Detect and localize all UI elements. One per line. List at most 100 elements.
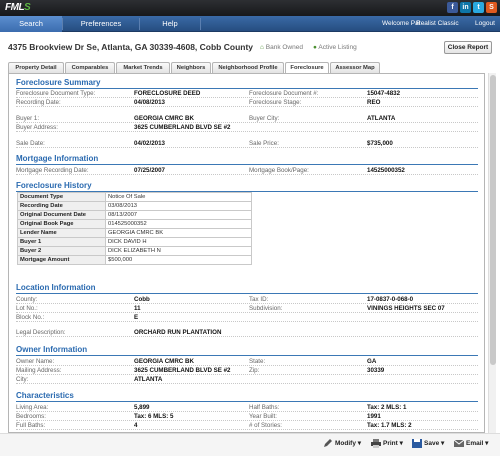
print-button[interactable]: Print ▾	[371, 439, 403, 448]
location-pin-icon: ●	[313, 44, 317, 51]
tab-property-detail[interactable]: Property Detail	[8, 62, 64, 73]
email-button[interactable]: Email ▾	[454, 439, 488, 448]
field-value: GEORGIA CMRC BK	[134, 358, 194, 365]
report-actions: Modify ▾ Print ▾ Save ▾ Email ▾	[0, 433, 500, 456]
field-label: Buyer Address:	[16, 124, 58, 131]
field-value: REO	[367, 99, 381, 106]
field-label: Mailing Address:	[16, 367, 62, 374]
field-value: 17-0837-0-068-0	[367, 296, 414, 303]
field-value: 4	[134, 422, 138, 429]
detail-row: Full Baths: 4 # of Stories: Tax: 1.7 MLS: 2	[16, 422, 478, 430]
section-title-foreclosure-history: Foreclosure History	[16, 180, 478, 192]
history-field-value: GEORGIA CMRC BK	[105, 228, 252, 238]
active-listing-status: ● Active Listing	[313, 44, 357, 51]
field-value: 1991	[367, 413, 381, 420]
field-value: FORECLOSURE DEED	[134, 90, 201, 97]
field-label: Subdivision:	[249, 305, 283, 312]
field-label: Owner Name:	[16, 358, 55, 365]
section-title-location: Location Information	[16, 282, 478, 294]
history-field-value: DICK ELIZABETH N	[105, 246, 252, 256]
history-field-value: 08/13/2007	[105, 210, 252, 220]
field-label: Buyer City:	[249, 115, 280, 122]
floppy-disk-icon	[412, 439, 422, 448]
history-field-label: Recording Date	[17, 201, 106, 211]
field-value: VININGS HEIGHTS SEC 07	[367, 305, 445, 312]
tab-neighborhood-profile[interactable]: Neighborhood Profile	[212, 62, 284, 73]
history-field-value: $500,000	[105, 255, 252, 265]
detail-row: Owner Name: GEORGIA CMRC BK State: GA	[16, 358, 478, 366]
pencil-icon	[324, 439, 332, 447]
detail-row: Block No.: E	[16, 314, 478, 322]
field-value: E	[134, 314, 139, 321]
field-label: Full Baths:	[16, 422, 46, 429]
tab-market-trends[interactable]: Market Trends	[116, 62, 170, 73]
history-field-label: Original Document Date	[17, 210, 106, 220]
history-field-label: Lender Name	[17, 228, 106, 238]
field-label: Half Baths:	[249, 404, 280, 411]
detail-row: Living Area: 5,899 Half Baths: Tax: 2 MLS: …	[16, 404, 478, 412]
bank-owned-label: Bank Owned	[265, 44, 303, 51]
email-label: Email	[466, 440, 484, 448]
detail-row: Lot No.: 11 Subdivision: VININGS HEIGHTS SE…	[16, 305, 478, 313]
detail-row: Legal Description: ORCHARD RUN PLANTATION	[16, 329, 478, 337]
nav-help[interactable]: Help	[140, 16, 200, 32]
tab-assessor-map[interactable]: Assessor Map	[330, 62, 380, 73]
printer-icon	[371, 439, 381, 448]
nav-divider	[200, 18, 201, 30]
field-value: GA	[367, 358, 377, 365]
field-label: Lot No.:	[16, 305, 38, 312]
detail-row: Sale Date: 04/02/2013 Sale Price: $735,000	[16, 140, 478, 148]
nav-realist-classic[interactable]: Realist Classic	[416, 16, 459, 32]
field-value: 14525000352	[367, 167, 405, 174]
field-label: County:	[16, 296, 38, 303]
foreclosure-history-table: Document Type Notice Of Sale Recording Dat…	[17, 192, 252, 265]
history-field-value: 03/08/2013	[105, 201, 252, 211]
share-icon[interactable]: S	[486, 2, 497, 13]
table-row: Mortgage Amount $500,000	[17, 255, 252, 265]
field-value: 11	[134, 305, 141, 312]
field-value: ORCHARD RUN PLANTATION	[134, 329, 222, 336]
field-label: State:	[249, 358, 266, 365]
field-value: 3625 CUMBERLAND BLVD SE #2	[134, 367, 231, 374]
facebook-icon[interactable]: f	[447, 2, 458, 13]
bank-icon: ⌂	[260, 44, 264, 51]
history-field-label: Document Type	[17, 192, 106, 202]
linkedin-icon[interactable]: in	[460, 2, 471, 13]
field-value: ATLANTA	[134, 376, 163, 383]
detail-row: Bedrooms: Tax: 6 MLS: 5 Year Built: 1991	[16, 413, 478, 421]
nav-search[interactable]: Search	[0, 16, 62, 32]
detail-row: County: Cobb Tax ID: 17-0837-0-068-0	[16, 296, 478, 304]
table-row: Document Type Notice Of Sale	[17, 192, 252, 202]
fmls-logo[interactable]: FMLS	[5, 2, 31, 13]
table-row: Buyer 2 DICK ELIZABETH N	[17, 246, 252, 256]
field-label: Foreclosure Document #:	[249, 90, 319, 97]
save-button[interactable]: Save ▾	[412, 439, 444, 448]
scrollbar-thumb[interactable]	[490, 75, 496, 365]
vertical-scrollbar[interactable]	[488, 73, 496, 433]
history-field-label: Buyer 2	[17, 246, 106, 256]
nav-logout[interactable]: Logout	[475, 16, 495, 32]
history-field-value: DICK DAVID H	[105, 237, 252, 247]
detail-row: Mortgage Recording Date: 07/25/2007 Mortga…	[16, 167, 478, 175]
section-title-owner: Owner Information	[16, 344, 478, 356]
field-value: ATLANTA	[367, 115, 396, 122]
field-label: Year Built:	[249, 413, 277, 420]
table-row: Recording Date 03/08/2013	[17, 201, 252, 211]
field-label: Sale Price:	[249, 140, 279, 147]
tab-neighbors[interactable]: Neighbors	[171, 62, 211, 73]
nav-preferences[interactable]: Preferences	[63, 16, 139, 32]
field-value: 5,899	[134, 404, 150, 411]
tab-comparables[interactable]: Comparables	[65, 62, 115, 73]
report-content: Foreclosure Summary Foreclosure Document…	[8, 73, 485, 433]
field-value: Tax: 2 MLS: 1	[367, 404, 407, 411]
close-report-button[interactable]: Close Report	[444, 41, 492, 54]
field-label: Foreclosure Stage:	[249, 99, 302, 106]
detail-row: Buyer Address: 3625 CUMBERLAND BLVD SE #2	[16, 124, 478, 132]
twitter-icon[interactable]: t	[473, 2, 484, 13]
history-field-value: 014525000352	[105, 219, 252, 229]
field-label: Legal Description:	[16, 329, 66, 336]
section-title-foreclosure-summary: Foreclosure Summary	[16, 77, 478, 89]
modify-button[interactable]: Modify ▾	[323, 439, 361, 448]
field-label: Tax ID:	[249, 296, 269, 303]
field-label: Buyer 1:	[16, 115, 40, 122]
